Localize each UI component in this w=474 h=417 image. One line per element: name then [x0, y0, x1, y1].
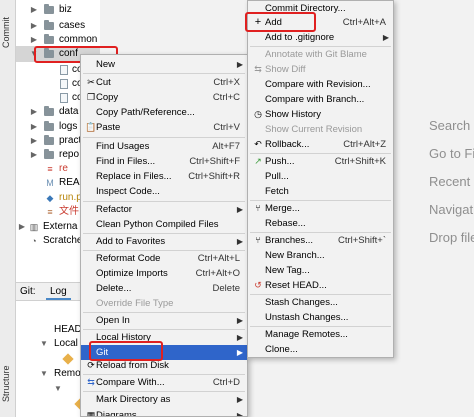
git-item-rebase[interactable]: Rebase... [248, 216, 393, 231]
log-tab[interactable]: Log [46, 283, 71, 300]
folder-icon [44, 4, 54, 14]
git-item-show-current-revision[interactable]: Show Current Revision [248, 122, 393, 137]
submenu-arrow-icon: ▶ [236, 205, 243, 214]
menu-item-find-in-files[interactable]: Find in Files... Ctrl+Shift+F [81, 154, 247, 169]
menu-item-add-to-favorites[interactable]: Add to Favorites ▶ [81, 234, 247, 249]
menu-item-inspect-code[interactable]: Inspect Code... [81, 184, 247, 199]
reset-icon: ↺ [254, 280, 262, 290]
git-item-clone[interactable]: Clone... [248, 342, 393, 357]
chevron-down-icon[interactable]: ▼ [54, 381, 62, 397]
folder-icon [44, 121, 54, 131]
menu-item-new[interactable]: New ▶ [81, 57, 247, 72]
git-item-manage-remotes[interactable]: Manage Remotes... [248, 327, 393, 342]
plus-icon: + [254, 16, 262, 28]
git-item-unstash[interactable]: Unstash Changes... [248, 310, 393, 325]
git-item-new-tag[interactable]: New Tag... [248, 263, 393, 278]
git-item-add-to-gitignore[interactable]: Add to .gitignore ▶ [248, 30, 393, 45]
git-item-compare-branch[interactable]: Compare with Branch... [248, 92, 393, 107]
hint-search-everywhere: Search E [429, 118, 474, 133]
menu-item-copy-path[interactable]: Copy Path/Reference... [81, 105, 247, 120]
hint-go-to-file: Go to Fi [429, 146, 474, 161]
submenu-arrow-icon: ▶ [236, 333, 243, 342]
config-file-icon [60, 93, 68, 103]
git-item-show-diff[interactable]: ⇆ Show Diff [248, 62, 393, 77]
menu-item-compare-with[interactable]: ⇆ Compare With... Ctrl+D [81, 375, 247, 390]
git-item-new-branch[interactable]: New Branch... [248, 248, 393, 263]
git-item-show-history[interactable]: ◷ Show History [248, 107, 393, 122]
markdown-file-icon: M [46, 178, 54, 188]
chevron-right-icon[interactable]: ▶ [30, 104, 38, 120]
submenu-arrow-icon: ▶ [382, 33, 389, 42]
folder-icon [44, 106, 54, 116]
submenu-arrow-icon: ▶ [236, 411, 243, 417]
git-item-add[interactable]: + Add Ctrl+Alt+A [248, 15, 393, 30]
menu-item-refactor[interactable]: Refactor ▶ [81, 202, 247, 217]
hint-drop-files: Drop file [429, 230, 474, 245]
git-item-fetch[interactable]: Fetch [248, 184, 393, 199]
left-tool-strip: Commit Structure [0, 0, 16, 417]
git-item-stash[interactable]: Stash Changes... [248, 295, 393, 310]
menu-item-override-file-type[interactable]: Override File Type [81, 296, 247, 311]
history-icon: ◷ [254, 109, 262, 119]
rollback-icon: ↶ [254, 139, 262, 149]
git-item-merge[interactable]: ⑂ Merge... [248, 201, 393, 216]
git-submenu: Commit Directory... + Add Ctrl+Alt+A Add… [247, 0, 394, 358]
menu-item-delete[interactable]: Delete... Delete [81, 281, 247, 296]
submenu-arrow-icon: ▶ [236, 237, 243, 246]
submenu-arrow-icon: ▶ [236, 316, 243, 325]
git-item-branches[interactable]: ⑂ Branches... Ctrl+Shift+` [248, 233, 393, 248]
submenu-arrow-icon: ▶ [236, 395, 243, 404]
menu-item-paste[interactable]: 📋 Paste Ctrl+V [81, 120, 247, 135]
scratches-icon: ◔ [31, 236, 37, 246]
tree-item-biz[interactable]: ▶ biz [16, 2, 100, 18]
branch-tag-icon [62, 353, 74, 365]
project-context-menu: New ▶ ✂ Cut Ctrl+X ❐ Copy Ctrl+C Copy Pa… [80, 54, 248, 417]
config-file-icon [60, 79, 68, 89]
git-item-pull[interactable]: Pull... [248, 169, 393, 184]
folder-icon [44, 34, 54, 44]
menu-item-cut[interactable]: ✂ Cut Ctrl+X [81, 75, 247, 90]
git-item-annotate[interactable]: Annotate with Git Blame [248, 47, 393, 62]
git-item-rollback[interactable]: ↶ Rollback... Ctrl+Alt+Z [248, 137, 393, 152]
folder-icon [44, 135, 54, 145]
structure-tool-tab[interactable]: Structure [1, 352, 15, 416]
git-item-reset-head[interactable]: ↺ Reset HEAD... [248, 278, 393, 293]
chevron-right-icon[interactable]: ▶ [30, 2, 38, 18]
menu-separator [83, 73, 245, 74]
menu-item-clean-python[interactable]: Clean Python Compiled Files [81, 217, 247, 232]
menu-item-mark-directory[interactable]: Mark Directory as ▶ [81, 392, 247, 407]
folder-icon [44, 149, 54, 159]
menu-item-reformat-code[interactable]: Reformat Code Ctrl+Alt+L [81, 251, 247, 266]
branch-icon: ⑂ [255, 235, 261, 245]
config-file-icon [60, 65, 68, 75]
git-tab-label: Git: [20, 286, 36, 297]
menu-item-copy[interactable]: ❐ Copy Ctrl+C [81, 90, 247, 105]
folder-icon [44, 48, 54, 58]
menu-item-find-usages[interactable]: Find Usages Alt+F7 [81, 139, 247, 154]
push-icon: ↗ [254, 156, 262, 166]
chevron-down-icon[interactable]: ▼ [30, 46, 38, 62]
git-item-compare-revision[interactable]: Compare with Revision... [248, 77, 393, 92]
text-file-icon: ≡ [47, 207, 53, 217]
menu-item-optimize-imports[interactable]: Optimize Imports Ctrl+Alt+O [81, 266, 247, 281]
menu-item-replace-in-files[interactable]: Replace in Files... Ctrl+Shift+R [81, 169, 247, 184]
folder-icon [44, 20, 54, 30]
git-item-push[interactable]: ↗ Push... Ctrl+Shift+K [248, 154, 393, 169]
commit-tool-tab[interactable]: Commit [1, 2, 15, 64]
hint-navigation-bar: Navigat [429, 202, 474, 217]
chevron-down-icon[interactable]: ▼ [40, 366, 48, 382]
menu-item-diagrams[interactable]: ▦ Diagrams ▶ [81, 408, 247, 417]
menu-item-reload-from-disk[interactable]: ⟳ Reload from Disk [81, 358, 247, 373]
menu-item-local-history[interactable]: Local History ▶ [81, 330, 247, 345]
diff-icon: ⇆ [254, 64, 262, 74]
editor-empty-area: Search E Go to Fi Recent F Navigat Drop … [394, 0, 474, 417]
merge-icon: ⑂ [255, 203, 261, 213]
git-item-commit-directory[interactable]: Commit Directory... [248, 1, 393, 16]
chevron-down-icon[interactable]: ▼ [40, 336, 48, 352]
menu-item-open-in[interactable]: Open In ▶ [81, 313, 247, 328]
menu-separator [83, 137, 245, 138]
hint-recent-files: Recent F [429, 174, 474, 189]
submenu-arrow-icon: ▶ [236, 60, 243, 69]
